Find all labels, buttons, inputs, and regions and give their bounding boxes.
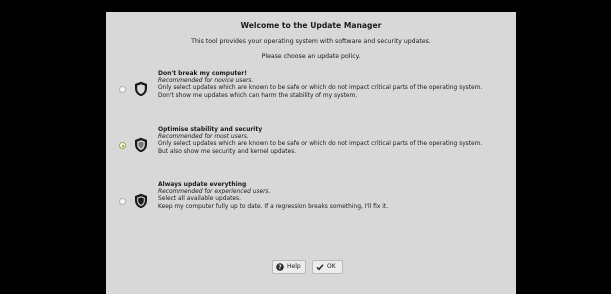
option-recommendation: Recommended for novice users.	[158, 77, 254, 84]
option-recommendation: Recommended for experienced users.	[158, 188, 271, 195]
radio-optimise[interactable]	[119, 142, 126, 149]
policy-option-text: Don't break my computer! Recommended for…	[158, 70, 508, 100]
checkmark-icon	[316, 264, 324, 271]
shield-filled-icon	[135, 193, 147, 209]
option-description: Don't show me updates which can harm the…	[158, 92, 358, 99]
option-recommendation: Recommended for most users.	[158, 133, 249, 140]
policy-option-text: Optimise stability and security Recommen…	[158, 126, 508, 156]
policy-option-text: Always update everything Recommended for…	[158, 181, 508, 211]
shield-half-icon	[135, 137, 147, 153]
help-button-label: Help	[287, 263, 301, 270]
radio-dont-break[interactable]	[119, 86, 126, 93]
shield-outline-icon	[135, 81, 147, 97]
policy-option-dont-break[interactable]: Don't break my computer! Recommended for…	[118, 70, 508, 118]
dialog-subtitle: This tool provides your operating system…	[191, 38, 431, 45]
option-title: Don't break my computer!	[158, 70, 248, 77]
dialog-title: Welcome to the Update Manager	[240, 21, 382, 30]
policy-option-optimise[interactable]: Optimise stability and security Recommen…	[118, 126, 508, 174]
option-description: Only select updates which are known to b…	[158, 141, 483, 148]
ok-button-label: OK	[327, 263, 336, 270]
dialog-instruction: Please choose an update policy.	[261, 53, 361, 60]
policy-option-update-everything[interactable]: Always update everything Recommended for…	[118, 181, 508, 229]
option-description: Select all available updates.	[158, 196, 241, 203]
update-policy-dialog: Welcome to the Update Manager This tool …	[106, 12, 516, 294]
option-description: But also show me security and kernel upd…	[158, 148, 297, 155]
ok-button[interactable]: OK	[312, 260, 343, 274]
help-icon: ?	[276, 263, 284, 271]
option-title: Optimise stability and security	[158, 126, 263, 133]
option-description: Only select updates which are known to b…	[158, 85, 483, 92]
option-description: Keep my computer fully up to date. If a …	[158, 203, 389, 210]
help-button[interactable]: ? Help	[272, 260, 306, 274]
option-title: Always update everything	[158, 181, 247, 188]
radio-update-everything[interactable]	[119, 198, 126, 205]
svg-text:?: ?	[278, 264, 282, 271]
